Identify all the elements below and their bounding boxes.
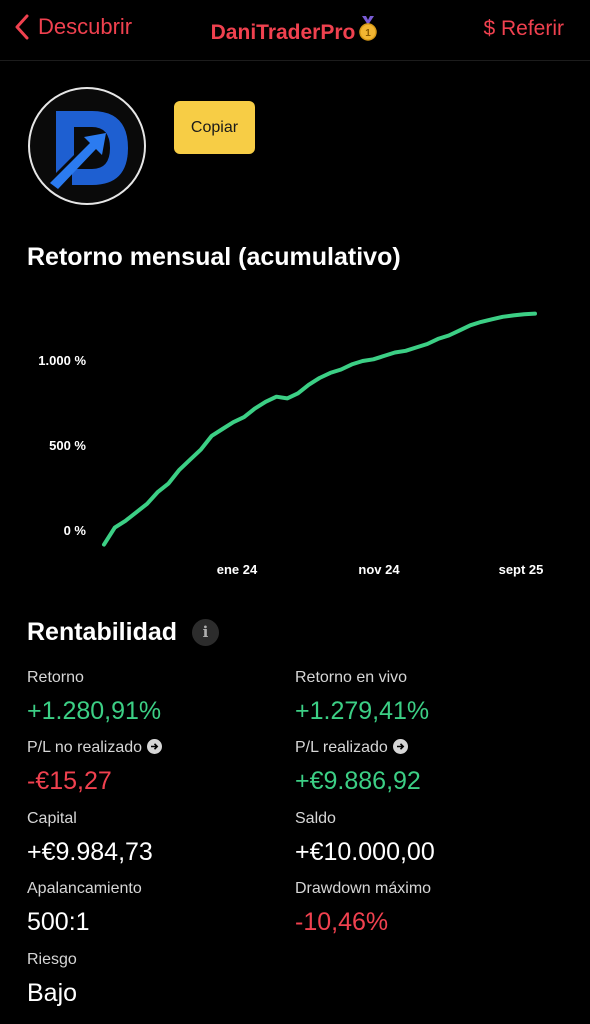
x-tick-label: sept 25 [499,562,544,577]
capital-value: +€9.984,73 [27,838,153,866]
return-chart: 0 % 500 % 1.000 % ene 24 nov 24 sept 25 [38,311,544,577]
saldo-label: Saldo [295,810,336,827]
apalancamiento-value: 500:1 [27,908,90,936]
drawdown-value: -10,46% [295,908,389,936]
copy-button[interactable]: Copiar [174,101,255,154]
retorno-vivo-value: +1.279,41% [295,697,430,725]
y-tick-label: 0 % [64,523,87,538]
retorno-value: +1.280,91% [27,697,162,725]
riesgo-label: Riesgo [27,951,77,968]
capital-label: Capital [27,810,77,827]
pl-no-realizado-value: -€15,27 [27,767,112,795]
chart-title: Retorno mensual (acumulativo) [27,243,401,271]
top-nav: Descubrir DaniTraderPro 1 $ Referir [0,0,590,61]
arrow-right-circle-icon[interactable] [392,739,408,754]
svg-text:1: 1 [366,28,372,39]
x-tick-label: nov 24 [358,562,400,577]
avatar [28,87,146,205]
y-tick-label: 1.000 % [38,353,86,368]
pl-realizado-value: +€9.886,92 [295,767,421,795]
logo-d-arrow-icon [50,111,128,189]
drawdown-label: Drawdown máximo [295,880,432,897]
saldo-value: +€10.000,00 [295,838,435,866]
refer-button[interactable]: $ Referir [483,17,564,41]
info-icon[interactable]: i [192,619,219,646]
arrow-right-circle-icon[interactable] [147,739,163,754]
medal-icon: 1 [357,16,379,48]
x-tick-label: ene 24 [217,562,258,577]
apalancamiento-label: Apalancamiento [27,880,142,897]
pl-realizado-label: P/L realizado [295,739,408,757]
y-tick-label: 500 % [49,438,86,453]
retorno-vivo-label: Retorno en vivo [295,669,408,686]
pl-no-realizado-label: P/L no realizado [27,739,163,757]
riesgo-value: Bajo [27,979,78,1007]
series-line [102,311,537,547]
section-title-rentabilidad: Rentabilidad [27,618,178,646]
retorno-label: Retorno [27,669,84,686]
